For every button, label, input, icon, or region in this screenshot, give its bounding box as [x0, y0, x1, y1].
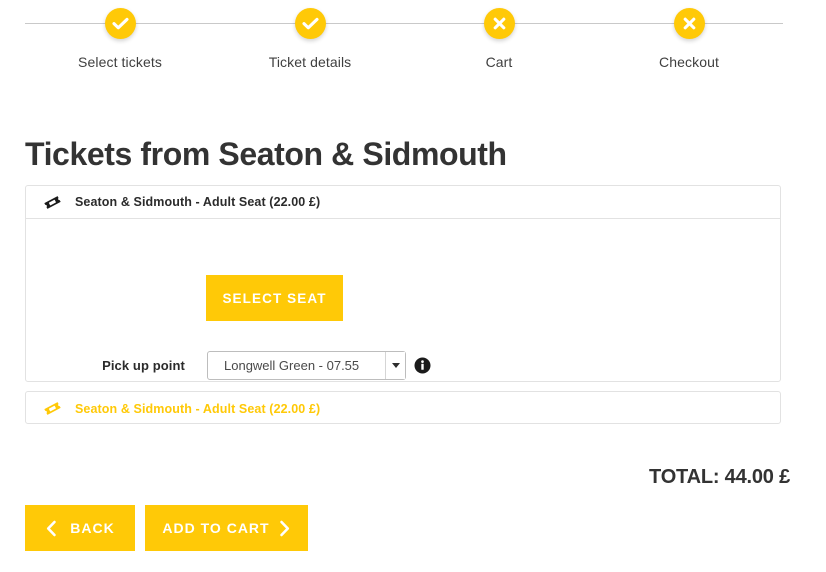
- chevron-down-icon[interactable]: [385, 352, 405, 379]
- stepper-step-label: Select tickets: [78, 54, 162, 70]
- chevron-left-icon: [45, 520, 58, 537]
- pickup-point-select[interactable]: Longwell Green - 07.55: [207, 351, 406, 380]
- add-to-cart-button[interactable]: ADD TO CART: [145, 505, 308, 551]
- stepper-step-select-tickets[interactable]: Select tickets: [40, 8, 200, 71]
- chevron-left-icon-glyph: [47, 520, 57, 536]
- stepper-step-label: Ticket details: [268, 54, 352, 70]
- footer-actions: BACK ADD TO CART: [25, 505, 308, 551]
- info-icon[interactable]: [414, 357, 431, 374]
- stepper-step-ticket-details[interactable]: Ticket details: [230, 8, 390, 71]
- select-seat-button[interactable]: SELECT SEAT: [206, 275, 343, 321]
- add-to-cart-button-label: ADD TO CART: [162, 520, 270, 536]
- ticket-icon: [43, 399, 62, 418]
- checkout-stepper: Select tickets Ticket details Cart Check…: [0, 0, 826, 92]
- pickup-point-label: Pick up point: [102, 358, 185, 373]
- ticket-panel-body: SELECT SEAT Pick up point Longwell Green…: [26, 219, 780, 381]
- stepper-step-checkout[interactable]: Checkout: [609, 8, 769, 71]
- stepper-step-cart[interactable]: Cart: [419, 8, 579, 71]
- back-button-label: BACK: [70, 520, 115, 536]
- close-icon-glyph: [493, 17, 505, 30]
- chevron-down-icon-glyph: [391, 363, 400, 368]
- check-icon: [104, 8, 136, 39]
- check-icon-glyph: [111, 17, 129, 30]
- pickup-point-selected-value: Longwell Green - 07.55: [224, 358, 360, 373]
- ticket-panel-secondary[interactable]: Seaton & Sidmouth - Adult Seat (22.00 £): [25, 391, 781, 424]
- ticket-icon: [43, 193, 62, 212]
- stepper-step-label: Checkout: [659, 54, 719, 70]
- close-icon: [483, 8, 515, 39]
- chevron-right-icon: [278, 520, 291, 537]
- ticket-panel-header-text: Seaton & Sidmouth - Adult Seat (22.00 £): [75, 195, 321, 209]
- check-icon-glyph: [301, 17, 319, 30]
- chevron-right-icon-glyph: [279, 520, 289, 536]
- page-title: Tickets from Seaton & Sidmouth: [25, 136, 507, 172]
- ticket-icon-glyph: [44, 402, 61, 415]
- ticket-panel-secondary-header: Seaton & Sidmouth - Adult Seat (22.00 £): [26, 392, 780, 425]
- pickup-point-row: Pick up point Longwell Green - 07.55: [26, 351, 431, 380]
- order-total: TOTAL: 44.00 £: [649, 466, 790, 488]
- close-icon: [673, 8, 705, 39]
- ticket-panel: Seaton & Sidmouth - Adult Seat (22.00 £)…: [25, 185, 781, 382]
- info-icon-glyph: [414, 357, 431, 374]
- stepper-step-label: Cart: [485, 54, 513, 70]
- check-icon: [294, 8, 326, 39]
- ticket-icon-glyph: [44, 195, 61, 209]
- ticket-panel-header: Seaton & Sidmouth - Adult Seat (22.00 £): [26, 186, 780, 219]
- close-icon-glyph: [683, 17, 695, 30]
- back-button[interactable]: BACK: [25, 505, 135, 551]
- ticket-panel-secondary-header-text: Seaton & Sidmouth - Adult Seat (22.00 £): [75, 401, 321, 416]
